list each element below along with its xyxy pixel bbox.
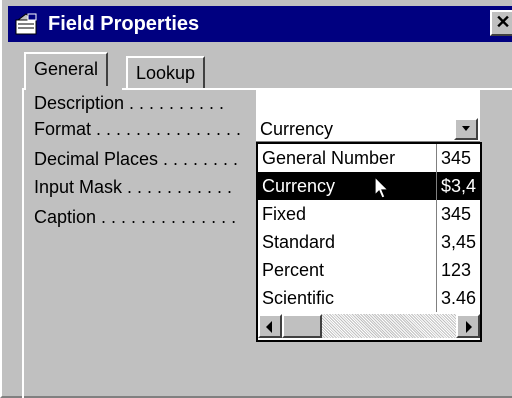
- dropdown-option-general-number[interactable]: General Number 345: [258, 144, 480, 172]
- option-sample: 345: [436, 144, 480, 172]
- dropdown-option-percent[interactable]: Percent 123: [258, 256, 480, 284]
- dropdown-option-fixed[interactable]: Fixed 345: [258, 200, 480, 228]
- tab-general[interactable]: General: [24, 52, 109, 90]
- option-sample: 3,45: [436, 228, 480, 256]
- properties-icon: [15, 13, 37, 35]
- decimal-places-label: Decimal Places . . . . . . . .: [34, 149, 239, 169]
- option-name: Fixed: [262, 204, 307, 224]
- dropdown-option-standard[interactable]: Standard 3,45: [258, 228, 480, 256]
- format-label: Format . . . . . . . . . . . . . . .: [34, 119, 242, 139]
- dropdown-option-currency[interactable]: Currency $3,4: [258, 172, 480, 200]
- arrow-right-icon: [466, 321, 472, 333]
- option-sample: $3,4: [436, 172, 480, 200]
- arrow-left-icon: [266, 321, 272, 333]
- option-name: Percent: [262, 260, 325, 280]
- dropdown-option-scientific[interactable]: Scientific 3.46: [258, 284, 480, 312]
- description-field[interactable]: [256, 90, 480, 116]
- option-sample: 345: [436, 200, 480, 228]
- field-properties-window: Field Properties ✕ General Lookup Descri…: [0, 0, 512, 398]
- input-mask-label: Input Mask . . . . . . . . . . .: [34, 177, 233, 197]
- close-icon: ✕: [495, 12, 511, 32]
- option-name: General Number: [262, 148, 396, 168]
- scroll-right-button[interactable]: [456, 314, 480, 338]
- tab-lookup[interactable]: Lookup: [126, 56, 206, 90]
- title-bar[interactable]: Field Properties ✕: [8, 6, 512, 42]
- option-name: Standard: [262, 232, 336, 252]
- format-dropdown-list[interactable]: General Number 345 Currency $3,4 Fixed 3…: [256, 142, 482, 342]
- option-name: Scientific: [262, 288, 335, 308]
- option-name: Currency: [262, 176, 336, 196]
- window-title: Field Properties: [48, 13, 200, 35]
- description-label: Description . . . . . . . . . .: [34, 93, 225, 113]
- chevron-down-icon: [462, 126, 470, 131]
- mouse-pointer-icon: [374, 176, 390, 199]
- caption-label: Caption . . . . . . . . . . . . . .: [34, 207, 237, 227]
- scroll-left-button[interactable]: [258, 314, 282, 338]
- option-sample: 3.46: [436, 284, 480, 312]
- format-combobox[interactable]: Currency: [256, 116, 480, 142]
- option-sample: 123: [436, 256, 480, 284]
- horizontal-scrollbar[interactable]: [258, 312, 480, 340]
- scrollbar-thumb[interactable]: [282, 314, 322, 338]
- close-button[interactable]: ✕: [490, 10, 512, 36]
- format-dropdown-button[interactable]: [454, 118, 478, 140]
